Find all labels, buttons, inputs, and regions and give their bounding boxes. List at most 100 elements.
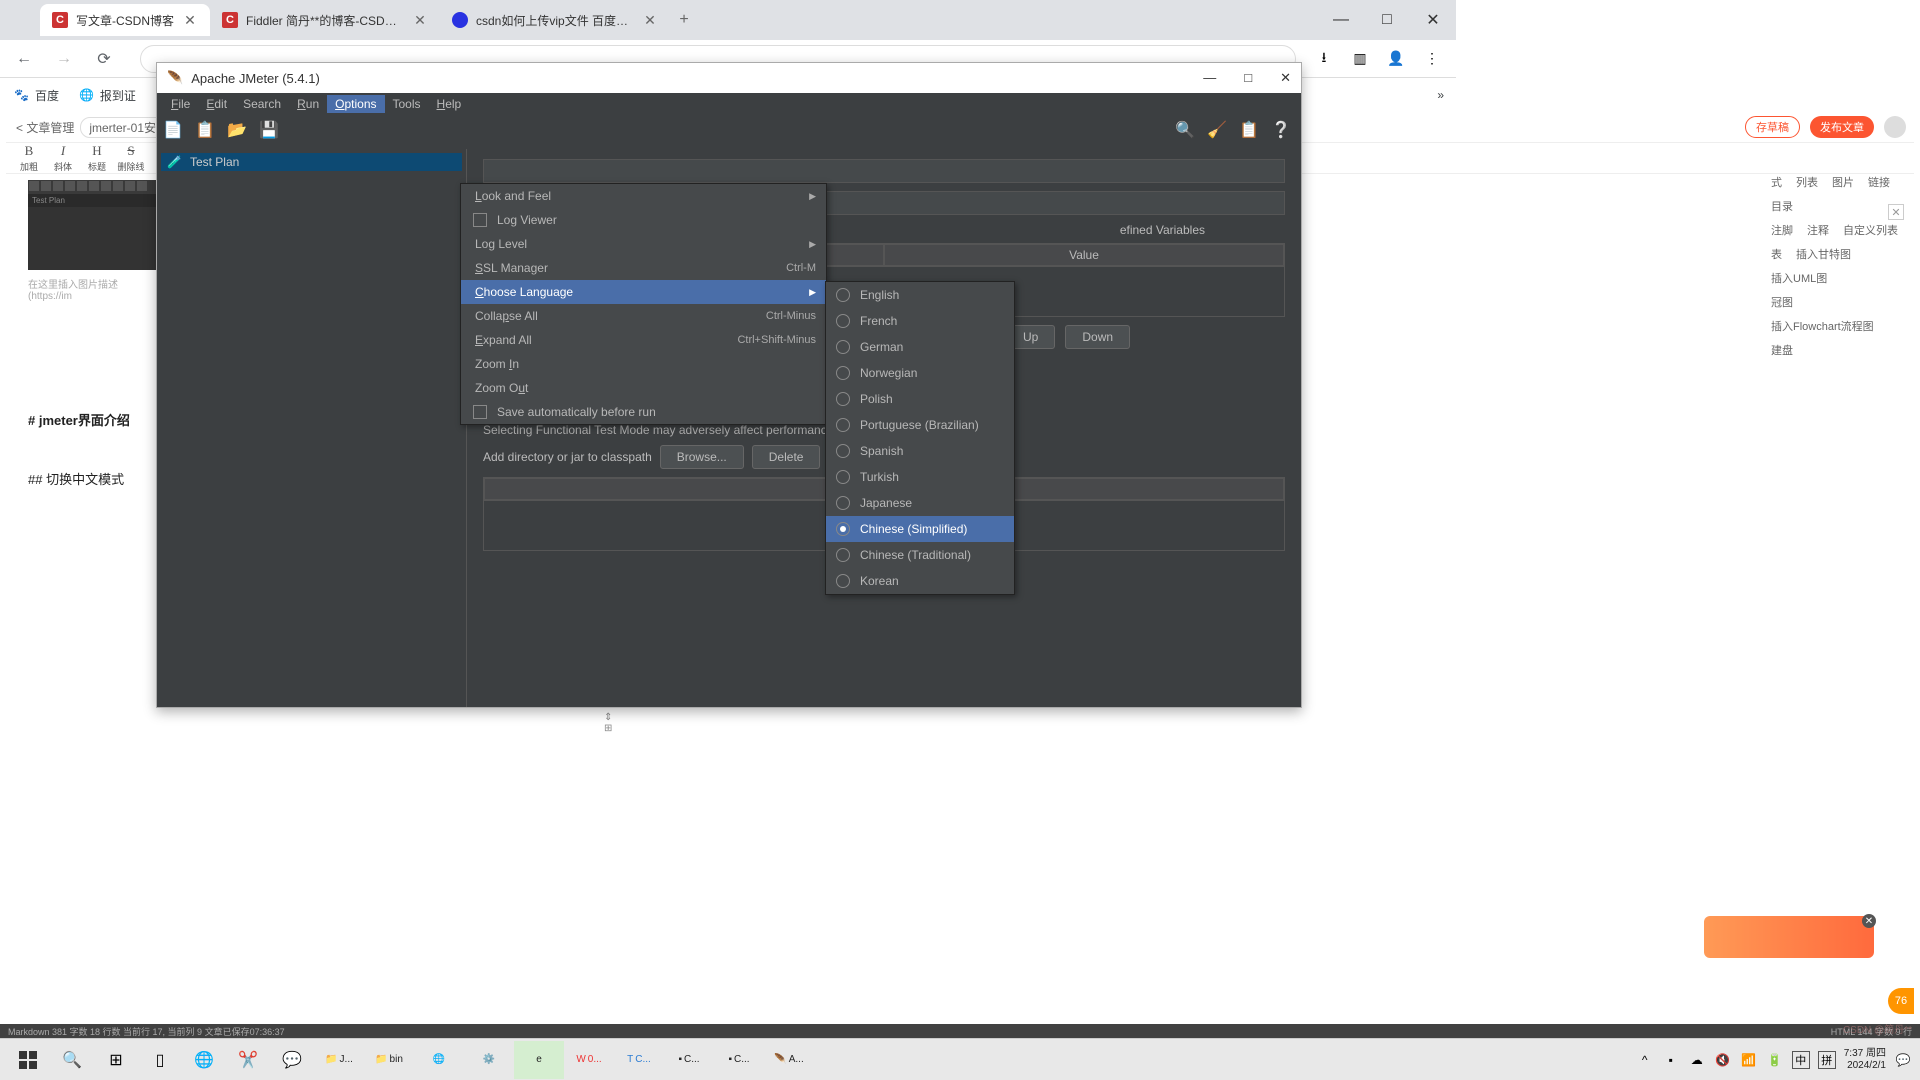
menu-file[interactable]: File (163, 95, 198, 113)
taskbar-app-settings[interactable]: ⚙️ (464, 1041, 514, 1079)
ime-mode-icon[interactable]: 拼 (1818, 1051, 1836, 1069)
tool-item[interactable]: 插入甘特图 (1791, 244, 1856, 264)
taskbar-app-cmd2[interactable]: ▪C... (714, 1041, 764, 1079)
dd-ssl-manager[interactable]: SSL ManagerCtrl-M (461, 256, 826, 280)
tool-item[interactable]: 插入Flowchart流程图 (1766, 316, 1879, 336)
lang-chinese-traditional[interactable]: Chinese (Traditional) (826, 542, 1014, 568)
lang-japanese[interactable]: Japanese (826, 490, 1014, 516)
tb-open-icon[interactable]: 📂 (227, 120, 251, 144)
tool-item[interactable]: 目录 (1766, 196, 1798, 216)
dd-zoom-in[interactable]: Zoom In (461, 352, 826, 376)
profile-icon[interactable]: 👤 (1384, 47, 1408, 71)
bookmark-overflow-icon[interactable]: » (1437, 88, 1444, 102)
tab-close-icon[interactable]: ✕ (642, 12, 658, 28)
tb-function-icon[interactable]: 📋 (1239, 120, 1263, 144)
menu-edit[interactable]: Edit (198, 95, 235, 113)
tool-item[interactable]: 插入UML图 (1766, 268, 1832, 288)
window-minimize-icon[interactable]: — (1318, 4, 1364, 36)
taskbar-app-todo[interactable]: TC... (614, 1041, 664, 1079)
lang-english[interactable]: English (826, 282, 1014, 308)
taskbar-clock[interactable]: 7:37 周四 2024/2/1 (1844, 1048, 1886, 1072)
lang-chinese-simplified[interactable]: Chinese (Simplified) (826, 516, 1014, 542)
task-view-icon[interactable]: ⊞ (94, 1041, 138, 1079)
breadcrumb-back[interactable]: < 文章管理 (16, 119, 74, 136)
fmt-strike-button[interactable]: S删除线 (116, 143, 146, 173)
lang-turkish[interactable]: Turkish (826, 464, 1014, 490)
promo-banner[interactable]: ✕ (1704, 916, 1874, 958)
taskbar-app-folder-j[interactable]: 📁J... (314, 1041, 364, 1079)
dd-zoom-out[interactable]: Zoom Out (461, 376, 826, 400)
menu-run[interactable]: Run (289, 95, 327, 113)
menu-search[interactable]: Search (235, 95, 289, 113)
fmt-italic-button[interactable]: I斜体 (48, 143, 78, 173)
taskbar-app-folder-bin[interactable]: 📁bin (364, 1041, 414, 1079)
tool-item[interactable]: 自定义列表 (1838, 220, 1903, 240)
jm-minimize-icon[interactable]: — (1203, 70, 1216, 86)
menu-options[interactable]: Options (327, 95, 384, 113)
tool-item[interactable]: 注脚 (1766, 220, 1798, 240)
tray-battery-icon[interactable]: 🔋 (1766, 1051, 1784, 1069)
avatar[interactable] (1884, 116, 1906, 138)
expand-collapse-icon[interactable]: ⇕⊞ (604, 712, 612, 734)
tb-save-icon[interactable]: 💾 (259, 120, 283, 144)
dd-choose-language[interactable]: Choose Language▶ (461, 280, 826, 304)
jmeter-tree[interactable]: 🧪 Test Plan (157, 149, 467, 707)
taskbar-app-ie[interactable]: e (514, 1041, 564, 1079)
menu-tools[interactable]: Tools (385, 95, 429, 113)
tray-up-icon[interactable]: ^ (1636, 1051, 1654, 1069)
editor-text[interactable]: # jmeter界面介绍 ## 切换中文模式 (28, 402, 130, 496)
new-tab-button[interactable]: + (670, 6, 698, 34)
extensions-icon[interactable]: ▥ (1348, 47, 1372, 71)
bookmark-baidu[interactable]: 🐾百度 (14, 87, 59, 104)
tb-templates-icon[interactable]: 📋 (195, 120, 219, 144)
taskbar-app-wps[interactable]: W0... (564, 1041, 614, 1079)
tool-item[interactable]: 图片 (1827, 172, 1859, 192)
lang-spanish[interactable]: Spanish (826, 438, 1014, 464)
lang-french[interactable]: French (826, 308, 1014, 334)
nav-reload-icon[interactable]: ⟳ (92, 47, 116, 71)
tab-close-icon[interactable]: ✕ (182, 12, 198, 28)
tb-new-icon[interactable]: 📄 (163, 120, 187, 144)
ime-indicator[interactable]: 中 (1792, 1051, 1810, 1069)
tray-network-icon[interactable]: 📶 (1740, 1051, 1758, 1069)
dd-log-viewer[interactable]: Log Viewer (461, 208, 826, 232)
dd-look-and-feel[interactable]: Look and Feel▶ (461, 184, 826, 208)
dd-expand-all[interactable]: Expand AllCtrl+Shift-Minus (461, 328, 826, 352)
tb-help-icon[interactable]: ❔ (1271, 120, 1295, 144)
promo-close-icon[interactable]: ✕ (1862, 914, 1876, 928)
down-button[interactable]: Down (1065, 325, 1130, 349)
lang-portuguese[interactable]: Portuguese (Brazilian) (826, 412, 1014, 438)
tool-item[interactable]: 建盘 (1766, 340, 1798, 360)
menu-help[interactable]: Help (429, 95, 470, 113)
lang-norwegian[interactable]: Norwegian (826, 360, 1014, 386)
jm-maximize-icon[interactable]: □ (1244, 70, 1252, 86)
tb-search-icon[interactable]: 🔍 (1175, 120, 1199, 144)
delete-classpath-button[interactable]: Delete (752, 445, 821, 469)
taskbar-app-chrome[interactable]: 🌐 (414, 1041, 464, 1079)
right-panel-close-icon[interactable]: ✕ (1888, 204, 1904, 220)
name-input[interactable] (483, 159, 1285, 183)
window-close-icon[interactable]: ✕ (1410, 4, 1456, 36)
dd-collapse-all[interactable]: Collapse AllCtrl-Minus (461, 304, 826, 328)
taskbar-app-jmeter[interactable]: 🪶A... (764, 1041, 814, 1079)
taskbar-app-cmd1[interactable]: ▪C... (664, 1041, 714, 1079)
lang-german[interactable]: German (826, 334, 1014, 360)
search-icon[interactable]: 🔍 (50, 1041, 94, 1079)
browser-tab-3[interactable]: csdn如何上传vip文件 百度搜索 ✕ (440, 4, 670, 36)
nav-forward-icon[interactable]: → (52, 47, 76, 71)
download-icon[interactable]: ⭳ (1312, 47, 1336, 71)
browser-tab-2[interactable]: C Fiddler 简丹**的博客-CSDN博 ✕ (210, 4, 440, 36)
tool-item[interactable]: 式 (1766, 172, 1787, 192)
fmt-heading-button[interactable]: H标题 (82, 143, 112, 173)
tool-item[interactable]: 链接 (1863, 172, 1895, 192)
start-button[interactable] (6, 1041, 50, 1079)
snip-icon[interactable]: ✂️ (226, 1041, 270, 1079)
tool-item[interactable]: 冠图 (1766, 292, 1798, 312)
publish-button[interactable]: 发布文章 (1810, 116, 1874, 138)
tray-app-icon[interactable]: ▪ (1662, 1051, 1680, 1069)
fmt-bold-button[interactable]: B加粗 (14, 143, 44, 173)
save-draft-button[interactable]: 存草稿 (1745, 116, 1800, 138)
tray-volume-icon[interactable]: 🔇 (1714, 1051, 1732, 1069)
nav-back-icon[interactable]: ← (12, 47, 36, 71)
wechat-icon[interactable]: 💬 (270, 1041, 314, 1079)
